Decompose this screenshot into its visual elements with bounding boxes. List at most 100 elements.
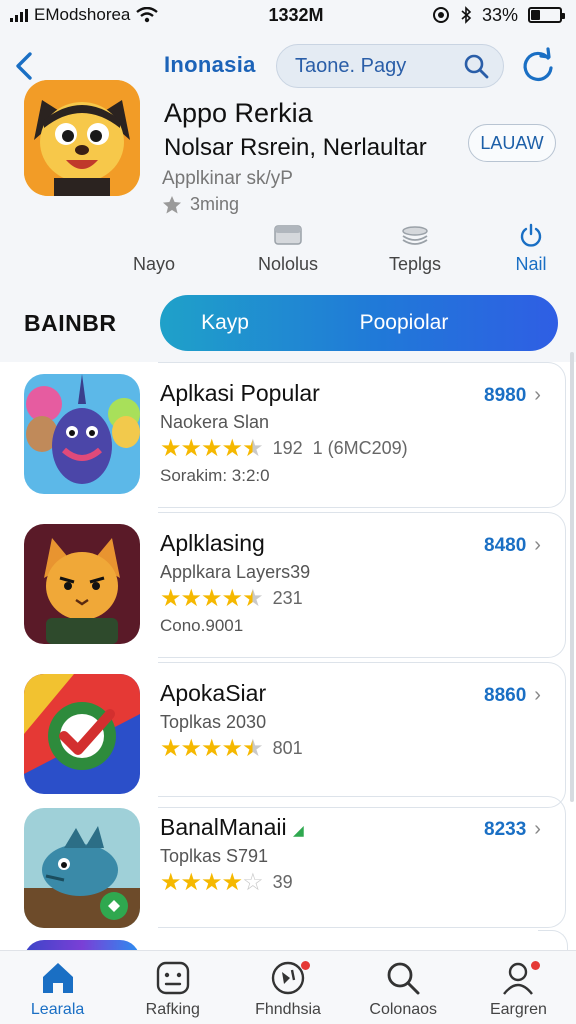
star-icon	[163, 195, 181, 213]
checkmark-logo-icon	[24, 674, 140, 794]
app-rating-row: ★★★★★ 231	[160, 584, 303, 613]
segment-right[interactable]: Poopiolar	[290, 311, 558, 335]
status-right: 33%	[432, 4, 565, 26]
app-thumbnail[interactable]	[24, 674, 140, 794]
notification-badge	[531, 961, 541, 970]
rating-count: 231	[272, 588, 303, 608]
app-price[interactable]: 8860 ›	[484, 684, 541, 707]
action-label: Nail	[515, 254, 547, 274]
action-item-nololus[interactable]: Nololus	[233, 222, 343, 275]
rating-extra: 1 (6MC209)	[312, 438, 408, 458]
app-developer: Toplkas 2030	[160, 712, 267, 732]
battery-percent: 33%	[481, 4, 518, 25]
page-title: Inonasia	[164, 52, 256, 77]
app-thumbnail[interactable]	[24, 374, 140, 494]
tab-ranking[interactable]: Rafking	[115, 951, 230, 1024]
rating-count: 192	[272, 438, 303, 458]
app-rating-row: ★★★★★ 192 1 (6MC209)	[160, 434, 408, 463]
action-label: Nololus	[257, 254, 319, 274]
app-rating-row: ★★★★☆ 39	[160, 868, 293, 897]
search-placeholder: Taone. Pagy	[295, 54, 407, 77]
app-title: Aplklasing	[160, 530, 265, 556]
search-icon[interactable]	[463, 53, 489, 79]
status-bar: EModshorea 1332M 33%	[0, 0, 576, 30]
carrier-name: EModshorea	[34, 5, 131, 24]
app-title: BanalManaii ◢	[160, 814, 304, 841]
home-icon	[42, 963, 73, 993]
app-price[interactable]: 8480 ›	[484, 534, 541, 557]
action-item-nail[interactable]: Nail	[476, 222, 576, 275]
app-thumbnail[interactable]	[24, 524, 140, 644]
app-rating: 3ming	[162, 194, 239, 215]
app-meta: Sorakim: 3:2:0	[160, 466, 270, 485]
back-icon[interactable]	[8, 48, 44, 84]
cartoon-character-icon	[24, 80, 140, 196]
app-subtitle: Nolsar Rsrein, Nerlaultar	[164, 134, 427, 161]
verified-icon: ◢	[292, 822, 304, 838]
tab-label: Rafking	[145, 1001, 200, 1018]
location-icon	[432, 7, 449, 23]
rating-count: 801	[272, 738, 303, 758]
star-rating-icon: ★★★★★	[160, 435, 264, 462]
tab-bar: Learala Rafking Fhndhsia Colonaos Eargre…	[0, 950, 576, 1024]
segment-left[interactable]: Kayp	[160, 311, 290, 335]
bluetooth-icon	[461, 6, 472, 24]
price-value: 8980	[484, 384, 527, 406]
app-title: Aplkasi Popular	[160, 380, 320, 406]
launch-button[interactable]: LAUAW	[468, 124, 556, 162]
tab-home[interactable]: Learala	[0, 951, 115, 1024]
tab-search[interactable]: Colonaos	[346, 951, 461, 1024]
app-title: ApokaSiar	[160, 680, 267, 706]
app-price[interactable]: 8980 ›	[484, 384, 541, 407]
action-label: Nayo	[132, 254, 176, 274]
list-item[interactable]: Aplklasing Applkara Layers39 ★★★★★ 231 C…	[0, 512, 566, 658]
app-thumbnail[interactable]	[24, 808, 140, 928]
list-item[interactable]: Aplkasi Popular Naokera Slan ★★★★★ 192 1…	[0, 362, 566, 508]
action-item-teplgs[interactable]: Teplgs	[360, 222, 470, 275]
tab-label: Learala	[30, 1001, 85, 1018]
power-icon	[520, 223, 542, 247]
segmented-control: Kayp Poopiolar	[160, 295, 558, 351]
stack-icon	[402, 226, 428, 245]
action-item-nayo[interactable]: Nayo	[99, 222, 209, 275]
app-price[interactable]: 8233 ›	[484, 818, 541, 841]
app-title-text: BanalManaii	[160, 814, 287, 840]
chevron-right-icon: ›	[534, 534, 541, 556]
monster-icon	[24, 374, 140, 494]
action-spacer	[99, 222, 209, 248]
star-rating-icon: ★★★★★	[160, 735, 264, 762]
section-label: BAINBR	[24, 310, 117, 336]
rating-count: 39	[272, 872, 293, 892]
app-developer: Applkara Layers39	[160, 562, 311, 582]
tab-profile[interactable]: Eargren	[461, 951, 576, 1024]
chevron-right-icon: ›	[534, 384, 541, 406]
status-left: EModshorea	[10, 5, 210, 25]
list-item[interactable]: ApokaSiar Toplkas 2030 ★★★★★ 801 8860 ›	[0, 662, 566, 808]
star-rating-icon: ★★★★☆	[160, 869, 264, 896]
refresh-icon[interactable]	[518, 46, 558, 86]
signal-icon	[10, 8, 28, 22]
chevron-right-icon: ›	[534, 684, 541, 706]
tab-label: Eargren	[489, 1001, 547, 1018]
search-input[interactable]: Taone. Pagy	[276, 44, 504, 88]
tab-explore[interactable]: Fhndhsia	[230, 951, 345, 1024]
app-name: Appo Rerkia	[164, 98, 313, 128]
star-rating-icon: ★★★★★	[160, 585, 264, 612]
search-icon	[387, 962, 420, 995]
app-rating-row: ★★★★★ 801	[160, 734, 303, 763]
status-time: 1332M	[268, 4, 324, 25]
price-value: 8860	[484, 684, 527, 706]
tab-label: Colonaos	[369, 1001, 438, 1018]
app-icon[interactable]	[24, 80, 140, 196]
scrollbar[interactable]	[570, 352, 574, 802]
app-developer: Naokera Slan	[160, 412, 270, 432]
list-item[interactable]: BanalManaii ◢ Toplkas S791 ★★★★☆ 39 8233…	[0, 796, 566, 936]
app-rating-text: 3ming	[190, 194, 240, 214]
fish-creature-icon	[24, 808, 140, 928]
app-category: Applkinar sk/yP	[162, 168, 293, 189]
action-label: Teplgs	[388, 254, 442, 274]
app-developer: Toplkas S791	[160, 846, 269, 866]
wifi-icon	[136, 7, 159, 23]
app-meta: Cono.9001	[160, 616, 244, 635]
battery-fill	[531, 10, 541, 20]
